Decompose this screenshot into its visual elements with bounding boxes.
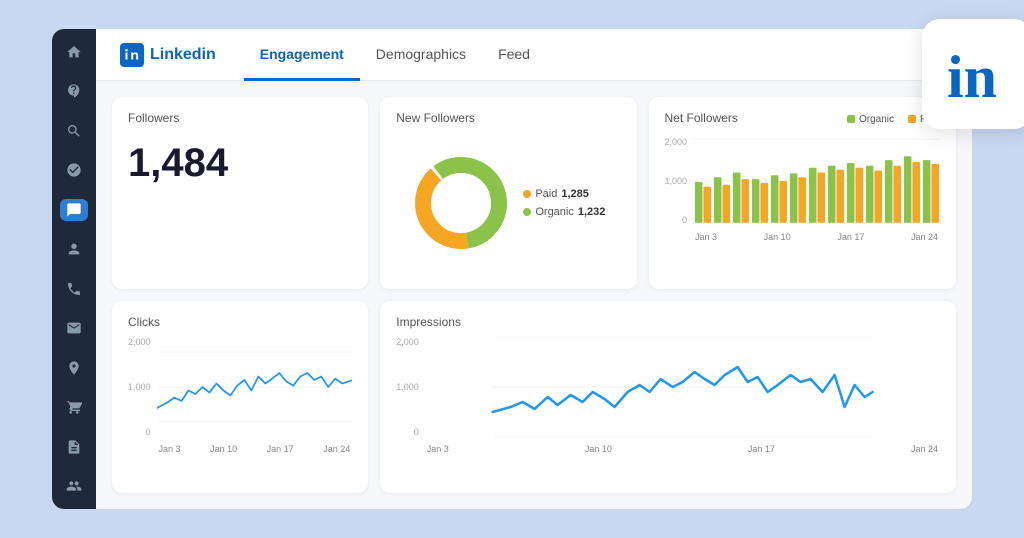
followers-title: Followers [128,111,352,125]
nav-tabs: Engagement Demographics Feed [244,29,546,80]
donut-chart [411,153,511,253]
impressions-x-jan10: Jan 10 [585,444,612,454]
clicks-x-jan3: Jan 3 [159,444,181,454]
organic-square [847,115,855,123]
clicks-x-jan17: Jan 17 [267,444,294,454]
impressions-card: Impressions 2,000 1,000 0 [380,301,956,493]
x-label-jan24: Jan 24 [911,232,938,242]
impressions-chart-wrapper: 2,000 1,000 0 Jan 3 Jan 10 [396,337,940,454]
tab-engagement[interactable]: Engagement [244,30,360,81]
clicks-x-jan24: Jan 24 [323,444,350,454]
organic-label: Organic [535,206,574,218]
clicks-chart-wrapper: 2,000 1,000 0 Jan 3 Jan 10 [128,337,352,454]
paid-dot [523,190,531,198]
group-icon[interactable] [60,476,88,498]
impressions-x-jan17: Jan 17 [748,444,775,454]
clicks-y-axis: 2,000 1,000 0 [128,337,153,437]
x-axis-labels: Jan 3 Jan 10 Jan 17 Jan 24 [693,232,940,242]
x-label-jan17: Jan 17 [837,232,864,242]
impressions-x-jan24: Jan 24 [911,444,938,454]
organic-legend-label: Organic [859,114,894,125]
y-label-2000: 2,000 [665,137,688,147]
cart-icon[interactable] [60,397,88,419]
clicks-title: Clicks [128,315,352,329]
paid-value: 1,285 [561,188,589,200]
clicks-y-0: 0 [128,427,151,437]
bar-chart-wrapper: 2,000 1,000 0 [665,137,941,242]
impressions-y-axis: 2,000 1,000 0 [396,337,421,437]
linkedin-logo-icon [120,43,144,67]
linkedin-badge-svg: in [942,39,1012,109]
net-followers-title: Net Followers [665,111,738,125]
donut-legend: Paid 1,285 Organic 1,232 [523,188,605,218]
followers-card: Followers 1,484 [112,97,368,289]
document-icon[interactable] [60,436,88,458]
followers-value: 1,484 [128,141,352,186]
tab-feed[interactable]: Feed [482,30,546,81]
organic-value: 1,232 [578,206,606,218]
clicks-chart-area: Jan 3 Jan 10 Jan 17 Jan 24 [157,337,353,454]
layers-icon[interactable] [60,160,88,182]
organic-dot [523,208,531,216]
impressions-y-2000: 2,000 [396,337,419,347]
message-icon[interactable] [60,199,88,221]
paid-legend-item: Paid 1,285 [523,188,605,200]
y-label-0: 0 [665,215,688,225]
chart-icon[interactable] [60,81,88,103]
y-axis: 2,000 1,000 0 [665,137,690,225]
svg-text:in: in [947,44,997,109]
phone-icon[interactable] [60,278,88,300]
bar-chart-area: Jan 3 Jan 10 Jan 17 Jan 24 [693,137,940,242]
clicks-x-labels: Jan 3 Jan 10 Jan 17 Jan 24 [157,444,353,454]
sidebar [52,29,96,509]
profile-icon[interactable] [60,239,88,261]
impressions-title: Impressions [396,315,940,329]
impressions-x-jan3: Jan 3 [427,444,449,454]
logo-area: Linkedin [120,43,216,67]
x-label-jan3: Jan 3 [695,232,717,242]
impressions-x-labels: Jan 3 Jan 10 Jan 17 Jan 24 [425,444,940,454]
linkedin-badge: in [922,19,1024,129]
clicks-y-2000: 2,000 [128,337,151,347]
clicks-card: Clicks 2,000 1,000 0 [112,301,368,493]
impressions-chart-area: Jan 3 Jan 10 Jan 17 Jan 24 [425,337,940,454]
dashboard: Followers 1,484 New Followers [96,81,972,509]
impressions-y-1000: 1,000 [396,382,419,392]
impressions-y-0: 0 [396,427,419,437]
organic-legend: Organic [847,114,894,125]
paid-square [908,115,916,123]
clicks-x-jan10: Jan 10 [210,444,237,454]
new-followers-title: New Followers [396,111,620,125]
home-icon[interactable] [60,41,88,63]
location-icon[interactable] [60,357,88,379]
net-followers-card: Net Followers Organic Paid [649,97,957,289]
impressions-line-svg [425,337,940,437]
email-icon[interactable] [60,318,88,340]
clicks-y-1000: 1,000 [128,382,151,392]
new-followers-card: New Followers [380,97,636,289]
paid-label: Paid [535,188,557,200]
app-name: Linkedin [150,46,216,64]
main-content: Linkedin Engagement Demographics Feed Fo… [96,29,972,509]
tab-demographics[interactable]: Demographics [360,30,482,81]
x-label-jan10: Jan 10 [764,232,791,242]
clicks-line-svg [157,337,353,437]
donut-chart-container: Paid 1,285 Organic 1,232 [396,133,620,273]
y-label-1000: 1,000 [665,176,688,186]
organic-legend-item: Organic 1,232 [523,206,605,218]
header: Linkedin Engagement Demographics Feed [96,29,972,81]
search-icon[interactable] [60,120,88,142]
bar-chart-svg [693,137,940,225]
